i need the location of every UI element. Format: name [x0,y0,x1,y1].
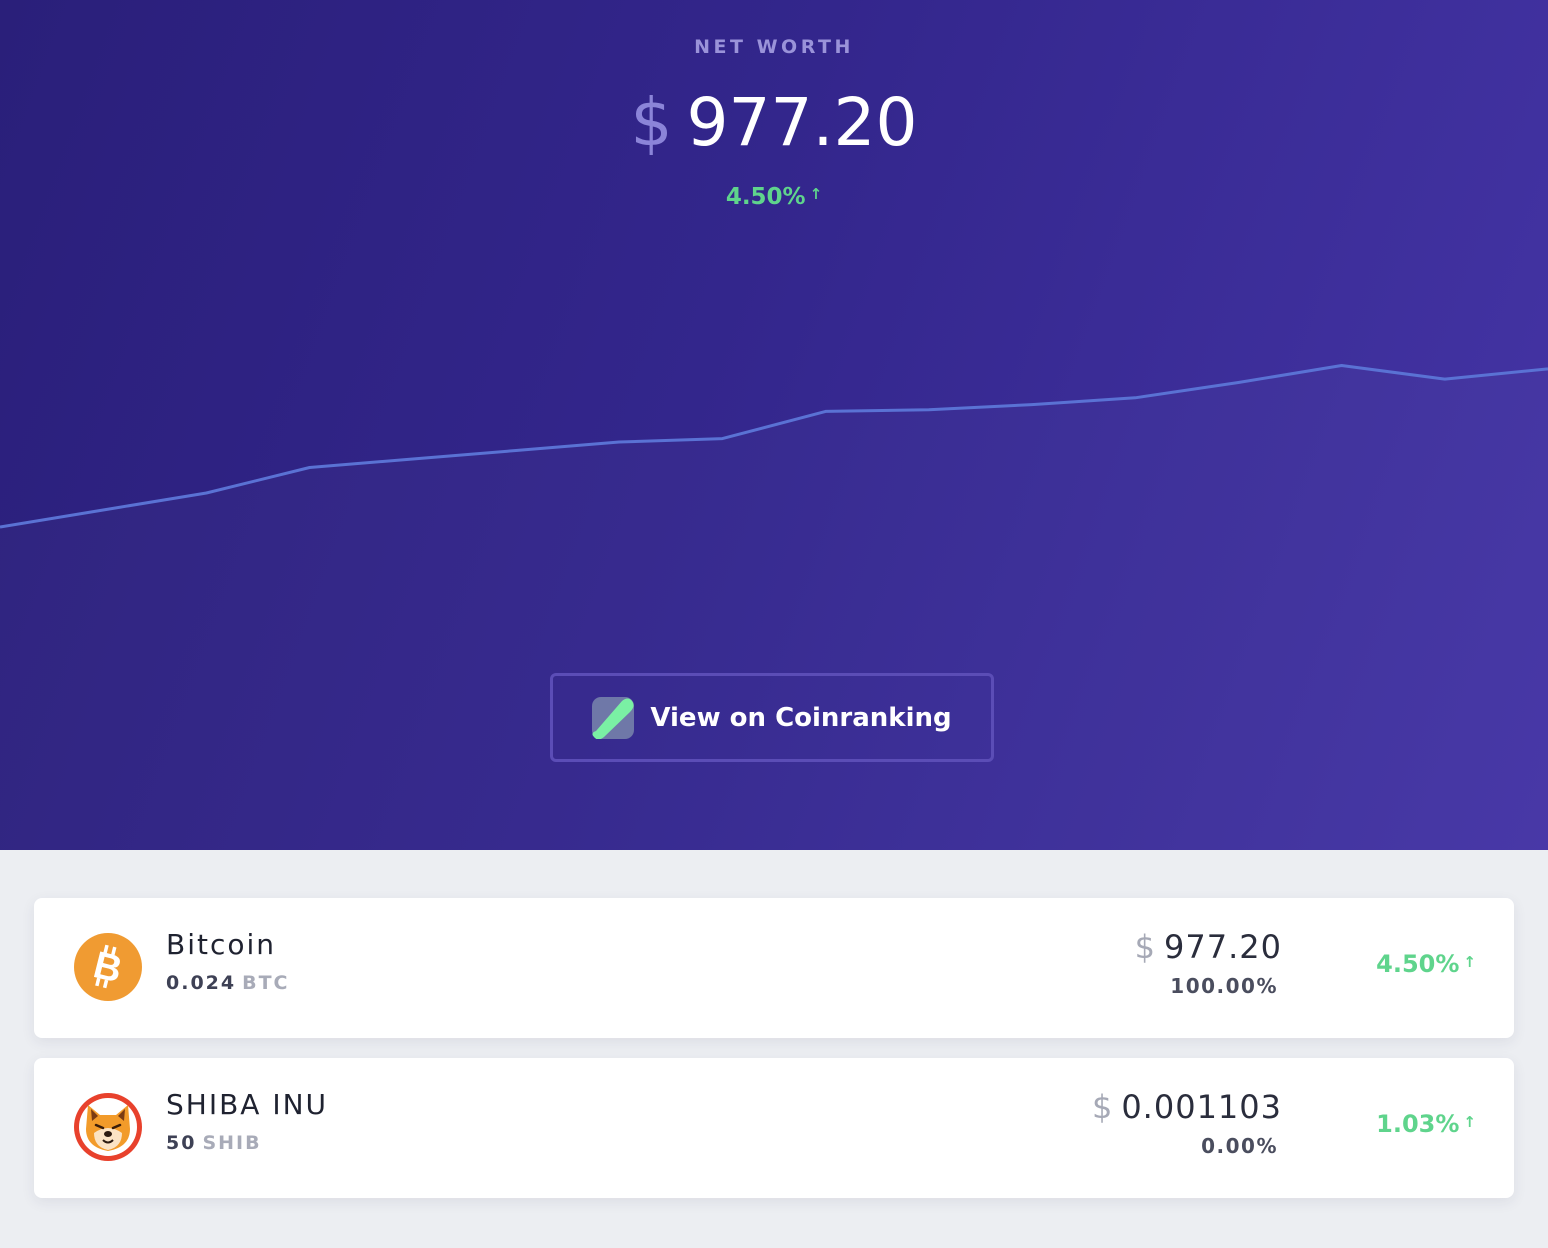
net-worth-header: NET WORTH $977.20 4.50% ↑ View on Coinran… [0,0,1548,850]
coin-value-amount: 0.001103 [1121,1088,1282,1126]
coinranking-logo-icon [592,696,635,739]
coin-value: $0.001103 [1092,1088,1282,1126]
coin-name: SHIBA INU [166,1088,329,1121]
arrow-up-icon: ↑ [809,185,823,203]
coin-value-amount: 977.20 [1164,928,1282,966]
view-on-coinranking-button[interactable]: View on Coinranking [550,673,994,762]
net-worth-change: 4.50% ↑ [0,184,1548,210]
portfolio-share: 0.00% [1201,1134,1278,1158]
coin-change: 1.03% ↑ [1376,1110,1476,1138]
arrow-up-icon: ↑ [1463,1113,1476,1131]
holding-card-bitcoin[interactable]: B Bitcoin 0.024 BTC $977.20 100.00% 4.50%… [34,898,1514,1038]
coin-name: Bitcoin [166,928,277,961]
holding-card-shiba-inu[interactable]: SHIBA INU 50 SHIB $0.001103 0.00% 1.03% ↑ [34,1058,1514,1198]
view-on-coinranking-label: View on Coinranking [650,702,952,733]
coin-quantity: 0.024 [166,972,237,994]
coin-quantity: 50 [166,1132,197,1154]
coin-amount: 50 SHIB [166,1132,262,1154]
coin-value: $977.20 [1135,928,1282,966]
coin-symbol: SHIB [202,1132,262,1154]
coin-change-value: 1.03% [1376,1110,1460,1138]
currency-symbol: $ [1091,1088,1114,1126]
shiba-inu-icon [74,1093,142,1161]
net-worth-change-value: 4.50% [725,184,806,210]
net-worth-amount: 977.20 [686,84,918,161]
coin-symbol: BTC [242,972,290,994]
arrow-up-icon: ↑ [1463,953,1476,971]
chart-area-fill [0,366,1548,851]
currency-symbol: $ [630,84,673,161]
portfolio-share: 100.00% [1170,974,1278,998]
net-worth-value: $977.20 [0,78,1548,168]
coin-change: 4.50% ↑ [1376,950,1476,978]
coin-change-value: 4.50% [1376,950,1460,978]
bitcoin-icon: B [74,933,142,1001]
coin-amount: 0.024 BTC [166,972,290,994]
net-worth-label: NET WORTH [694,36,854,58]
currency-symbol: $ [1134,928,1157,966]
